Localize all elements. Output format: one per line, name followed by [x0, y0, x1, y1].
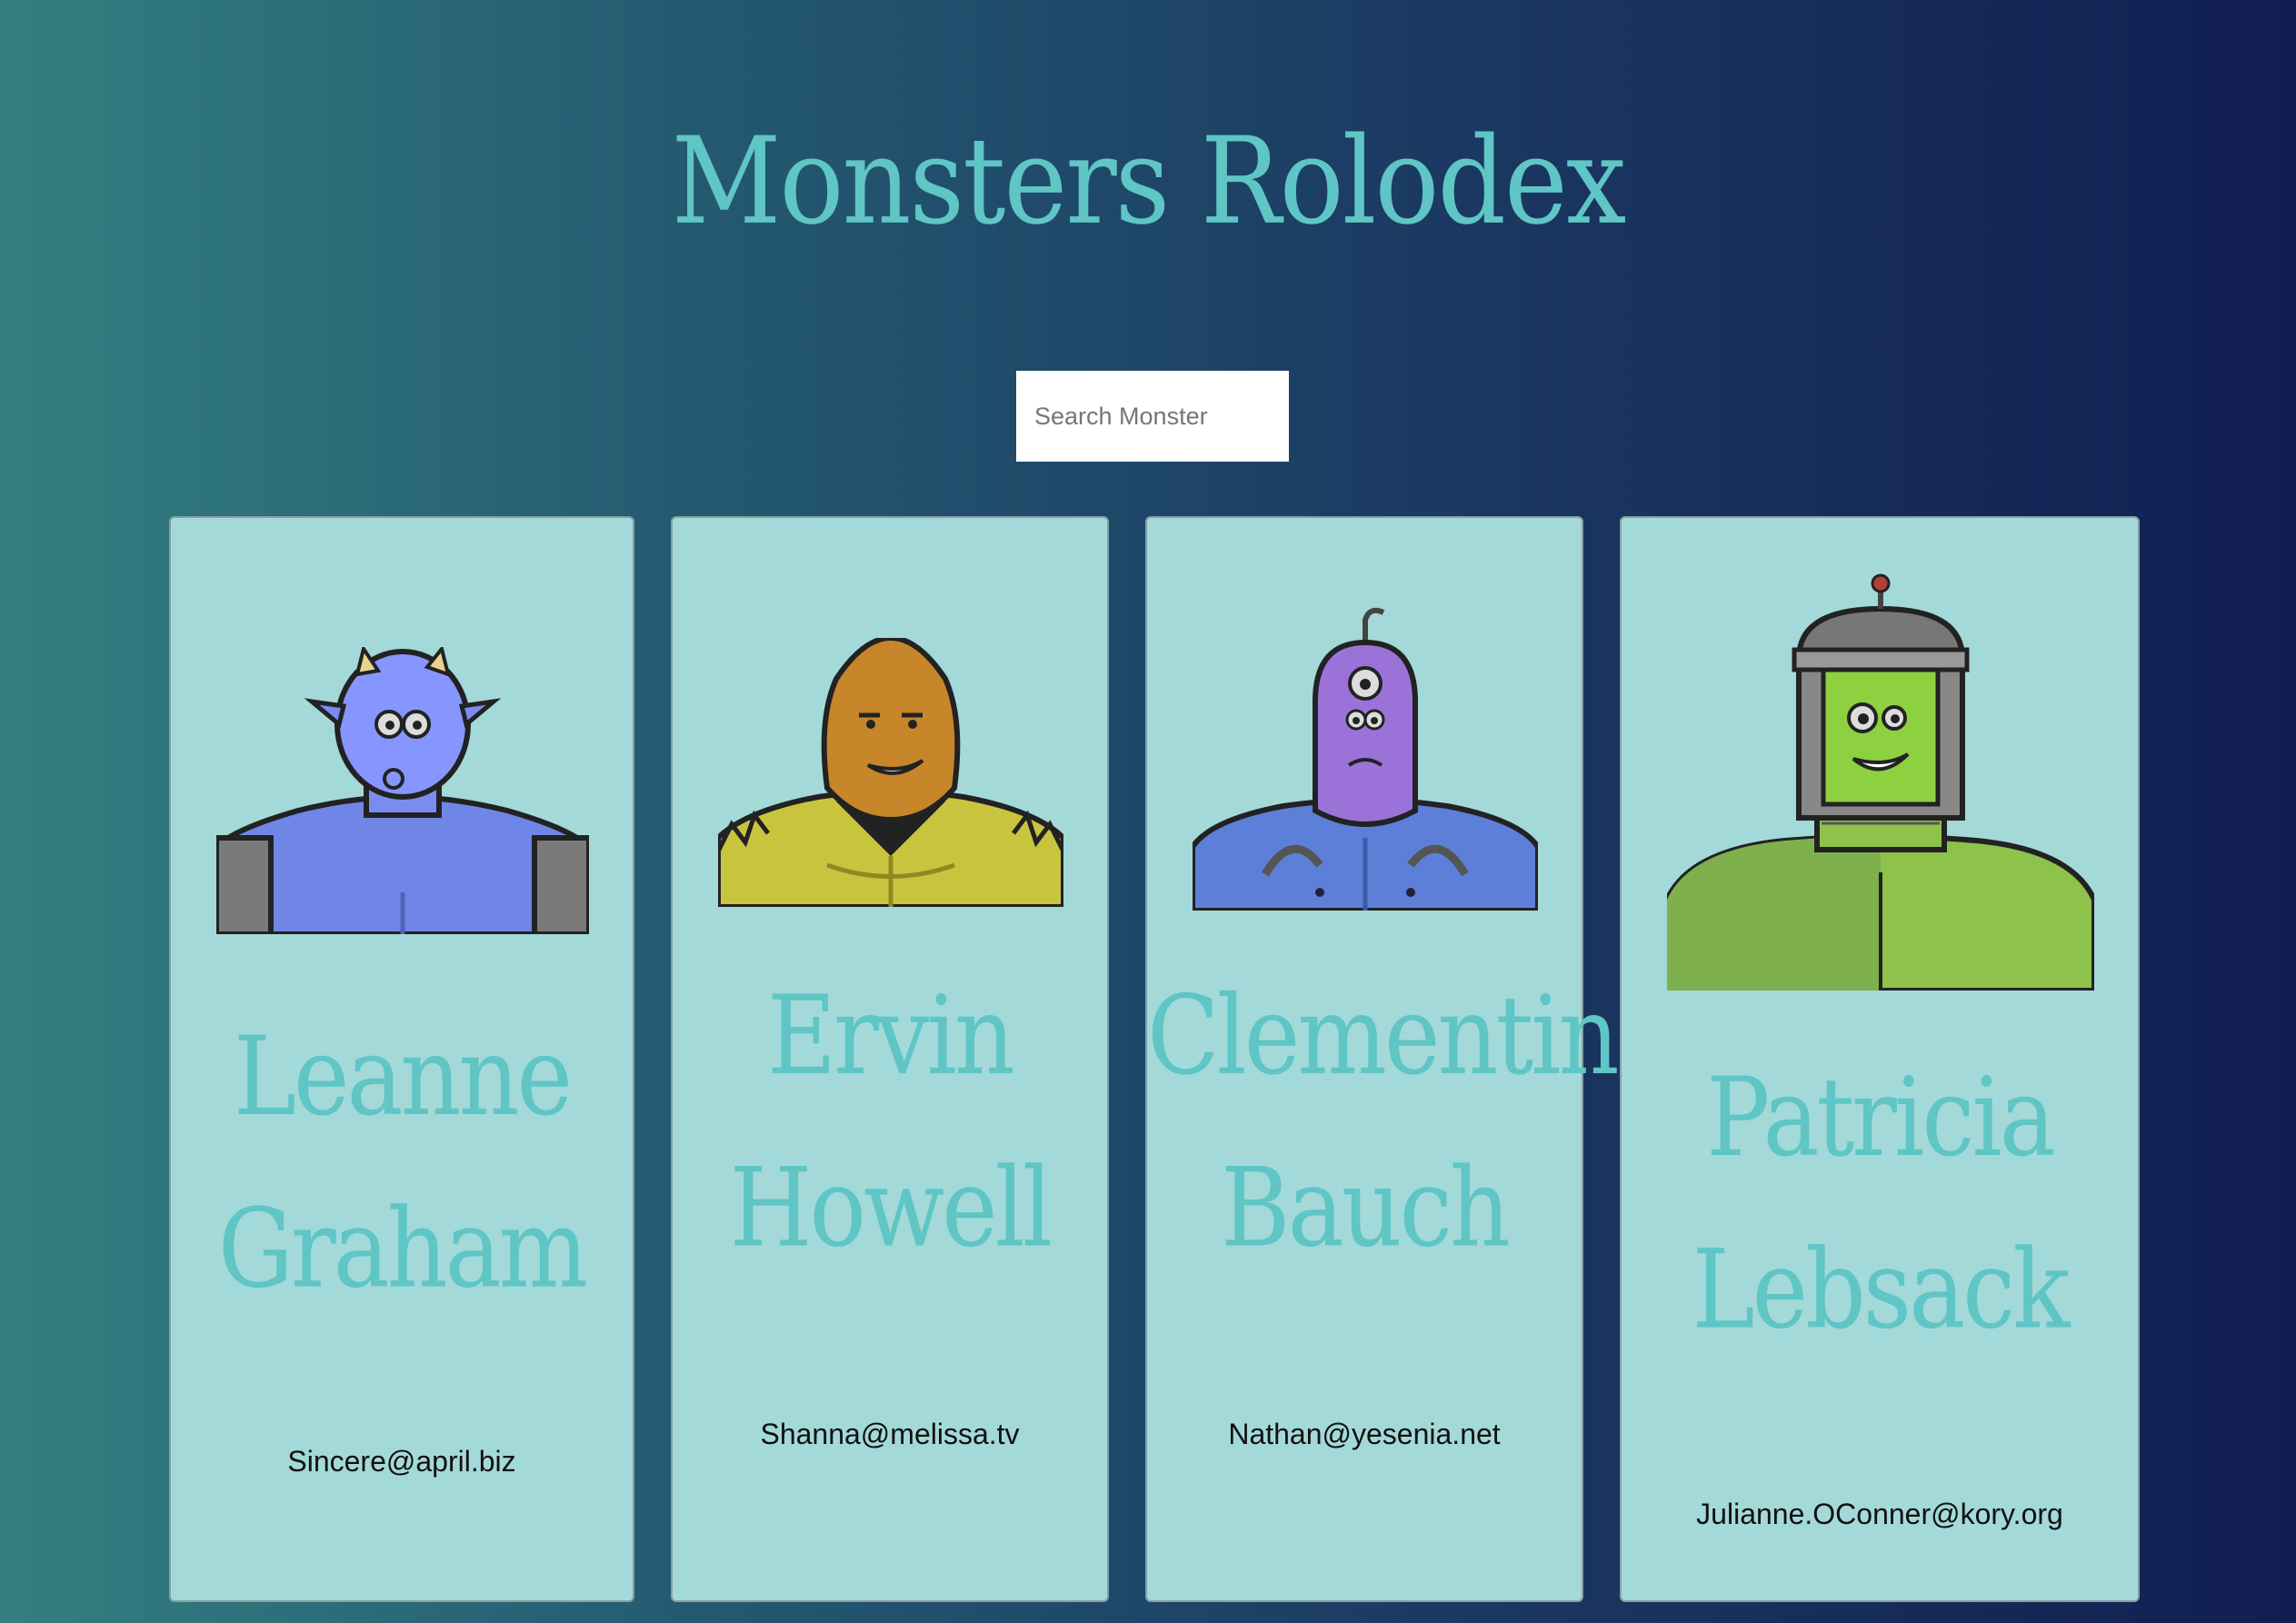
monster-avatar	[1193, 607, 1538, 911]
monster-name: Leanne Graham	[217, 1012, 588, 1313]
monster-name: Ervin Howell	[729, 971, 1053, 1272]
monster-avatar	[1667, 573, 2094, 991]
monster-card[interactable]: Ervin Howell Shanna@melissa.tv	[671, 516, 1109, 1602]
monster-avatar	[718, 638, 1063, 907]
monster-card[interactable]: Patricia Lebsack Julianne.OConner@kory.o…	[1620, 516, 2140, 1602]
monster-email: Julianne.OConner@kory.org	[1696, 1498, 2063, 1530]
monster-name: Patricia Lebsack	[1692, 1053, 2071, 1354]
monster-avatar	[216, 647, 589, 934]
page-title: Monsters Rolodex	[671, 110, 1627, 252]
monster-card[interactable]: Clementine Bauch Nathan@yesenia.net	[1145, 516, 1672, 1602]
monster-email: Nathan@yesenia.net	[1228, 1418, 1501, 1450]
monster-name: Clementine Bauch	[1147, 971, 1672, 1272]
monster-email: Shanna@melissa.tv	[760, 1418, 1020, 1450]
monster-card[interactable]: Leanne Graham Sincere@april.biz	[169, 516, 634, 1602]
search-input[interactable]	[1016, 371, 1289, 462]
monster-email: Sincere@april.biz	[287, 1445, 516, 1478]
